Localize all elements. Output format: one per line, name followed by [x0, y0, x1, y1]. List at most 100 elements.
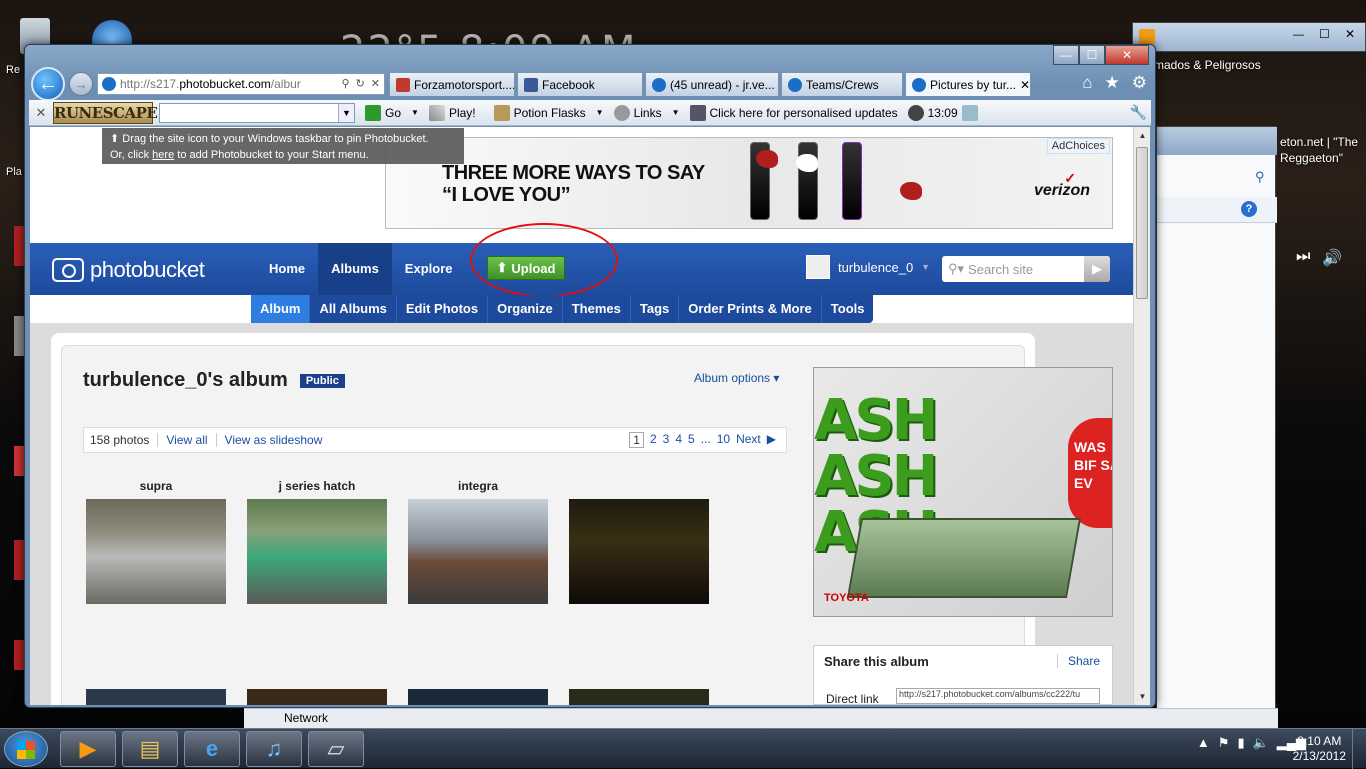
taskbar-media-player[interactable]: ▶: [60, 731, 116, 767]
user-menu[interactable]: turbulence_0 ▼: [806, 255, 930, 279]
share-link[interactable]: Share: [1056, 654, 1100, 668]
page-link[interactable]: 10: [717, 432, 730, 448]
subnav-tags[interactable]: Tags: [631, 295, 680, 323]
background-media-window[interactable]: — ☐ ✕: [1132, 22, 1366, 52]
maximize-icon[interactable]: ☐: [1319, 27, 1330, 41]
photo-label[interactable]: supra: [86, 479, 226, 493]
taskbar-itunes[interactable]: ♫: [246, 731, 302, 767]
address-bar[interactable]: http://s217. photobucket.com/albur ⚲ ↻ ✕: [97, 73, 385, 95]
photo-thumbnail[interactable]: [86, 689, 226, 705]
photo-thumbnail-j-series-hatch[interactable]: [247, 499, 387, 604]
go-button[interactable]: Go ▼: [365, 104, 419, 121]
subnav-all-albums[interactable]: All Albums: [310, 295, 397, 323]
close-toolbar-icon[interactable]: ✕: [29, 105, 53, 121]
page-link[interactable]: 3: [663, 432, 670, 448]
view-all-link[interactable]: View all: [157, 433, 208, 447]
volume-icon[interactable]: 🔈: [1253, 735, 1269, 751]
favorites-star-icon[interactable]: ★: [1105, 73, 1120, 93]
photo-thumbnail[interactable]: [408, 689, 548, 705]
flag-icon[interactable]: ⚑: [1218, 735, 1230, 751]
chevron-down-icon[interactable]: ▼: [596, 108, 604, 117]
refresh-icon[interactable]: ↻: [356, 77, 365, 90]
gear-icon[interactable]: ⚙: [1132, 73, 1147, 93]
start-button[interactable]: [4, 731, 48, 767]
tooltip-here-link[interactable]: here: [152, 149, 174, 161]
stop-icon[interactable]: ✕: [371, 77, 380, 90]
home-icon[interactable]: ⌂: [1082, 73, 1092, 93]
photo-thumbnail-integra[interactable]: [408, 499, 548, 604]
tab-facebook[interactable]: Facebook: [517, 72, 643, 96]
wrench-icon[interactable]: 🔧: [1130, 104, 1147, 121]
potion-flasks-button[interactable]: Potion Flasks ▼: [493, 104, 604, 121]
photobucket-logo[interactable]: photobucket: [52, 257, 205, 283]
network-label[interactable]: Network: [284, 711, 328, 725]
subnav-album[interactable]: Album: [251, 295, 311, 323]
photo-thumbnail-supra[interactable]: [86, 499, 226, 604]
subnav-tools[interactable]: Tools: [822, 295, 874, 323]
help-icon[interactable]: ?: [1241, 201, 1257, 217]
play-button[interactable]: Play!: [428, 104, 476, 121]
show-hidden-icons-icon[interactable]: ▲: [1197, 735, 1210, 751]
runescape-logo[interactable]: RUNESCAPE: [53, 101, 158, 124]
nav-explore[interactable]: Explore: [392, 243, 466, 295]
photo-thumbnail-night[interactable]: [569, 499, 709, 604]
close-button[interactable]: ✕: [1105, 45, 1149, 65]
background-explorer-window[interactable]: ⚲ ?: [1156, 126, 1277, 722]
photo-label[interactable]: j series hatch: [247, 479, 387, 493]
search-icon[interactable]: ⚲: [342, 77, 350, 90]
scroll-thumb[interactable]: [1136, 147, 1148, 299]
tab-mail[interactable]: (45 unread) - jr.ve...: [645, 72, 779, 96]
toolbar-search-input[interactable]: ▼: [159, 102, 355, 123]
notepad-icon[interactable]: [961, 104, 978, 121]
minimize-icon[interactable]: —: [1293, 29, 1304, 41]
back-button[interactable]: ←: [31, 67, 65, 101]
scroll-down-icon[interactable]: ▼: [1134, 688, 1151, 705]
subnav-organize[interactable]: Organize: [488, 295, 563, 323]
nav-home[interactable]: Home: [256, 243, 318, 295]
photo-thumbnail[interactable]: [569, 689, 709, 705]
site-search[interactable]: ⚲▾ Search site ▶: [942, 256, 1110, 282]
taskbar-notepad[interactable]: ▱: [308, 731, 364, 767]
nav-albums[interactable]: Albums: [318, 243, 392, 295]
show-desktop-button[interactable]: [1352, 729, 1366, 769]
chevron-down-icon[interactable]: ▼: [411, 108, 419, 117]
photo-thumbnail[interactable]: [247, 689, 387, 705]
media-controls[interactable]: ⏭ 🔊: [1278, 248, 1342, 268]
minimize-button[interactable]: —: [1053, 45, 1079, 65]
scroll-up-icon[interactable]: ▲: [1134, 127, 1151, 144]
verizon-banner-ad[interactable]: THREE MORE WAYS TO SAY “I LOVE YOU” AdCho…: [385, 137, 1113, 229]
power-icon[interactable]: ▮: [1237, 735, 1244, 751]
maximize-button[interactable]: ☐: [1079, 45, 1105, 65]
next-arrow-icon[interactable]: ▶: [767, 432, 776, 448]
next-track-icon[interactable]: ⏭: [1296, 248, 1310, 268]
taskbar-clock[interactable]: 8:10 AM 2/13/2012: [1293, 734, 1346, 764]
forward-button[interactable]: →: [69, 72, 93, 96]
page-link[interactable]: 5: [688, 432, 695, 448]
slideshow-link[interactable]: View as slideshow: [215, 433, 322, 447]
taskbar-explorer[interactable]: ▤: [122, 731, 178, 767]
tab-forzamotorsport[interactable]: Forzamotorsport....: [389, 72, 515, 96]
close-icon[interactable]: ✕: [1345, 27, 1355, 41]
subnav-themes[interactable]: Themes: [563, 295, 631, 323]
tab-teams-crews[interactable]: Teams/Crews: [781, 72, 903, 96]
links-button[interactable]: Links ▼: [613, 104, 680, 121]
toyota-side-ad[interactable]: ASH ASH ASH WAS BIF SA EV TOYOTA: [813, 367, 1113, 617]
search-go-button[interactable]: ▶: [1084, 256, 1110, 282]
page-link[interactable]: 4: [675, 432, 682, 448]
direct-link-field[interactable]: http://s217.photobucket.com/albums/cc222…: [896, 688, 1100, 704]
chevron-down-icon[interactable]: ▼: [672, 108, 680, 117]
subnav-order-prints[interactable]: Order Prints & More: [679, 295, 822, 323]
adchoices-link[interactable]: AdChoices: [1046, 138, 1110, 154]
next-page-link[interactable]: Next: [736, 432, 761, 448]
tab-pictures[interactable]: Pictures by tur... ✕: [905, 72, 1031, 96]
album-options-link[interactable]: Album options ▾: [694, 371, 779, 385]
taskbar-internet-explorer[interactable]: e: [184, 731, 240, 767]
search-icon[interactable]: ⚲: [1255, 169, 1265, 185]
photo-label[interactable]: integra: [408, 479, 548, 493]
updates-button[interactable]: Click here for personalised updates: [689, 104, 898, 121]
close-tab-icon[interactable]: ✕: [1020, 78, 1030, 92]
page-link[interactable]: 2: [650, 432, 657, 448]
vertical-scrollbar[interactable]: ▲ ▼: [1133, 127, 1150, 705]
chevron-down-icon[interactable]: ▼: [338, 103, 354, 122]
volume-icon[interactable]: 🔊: [1322, 248, 1342, 268]
